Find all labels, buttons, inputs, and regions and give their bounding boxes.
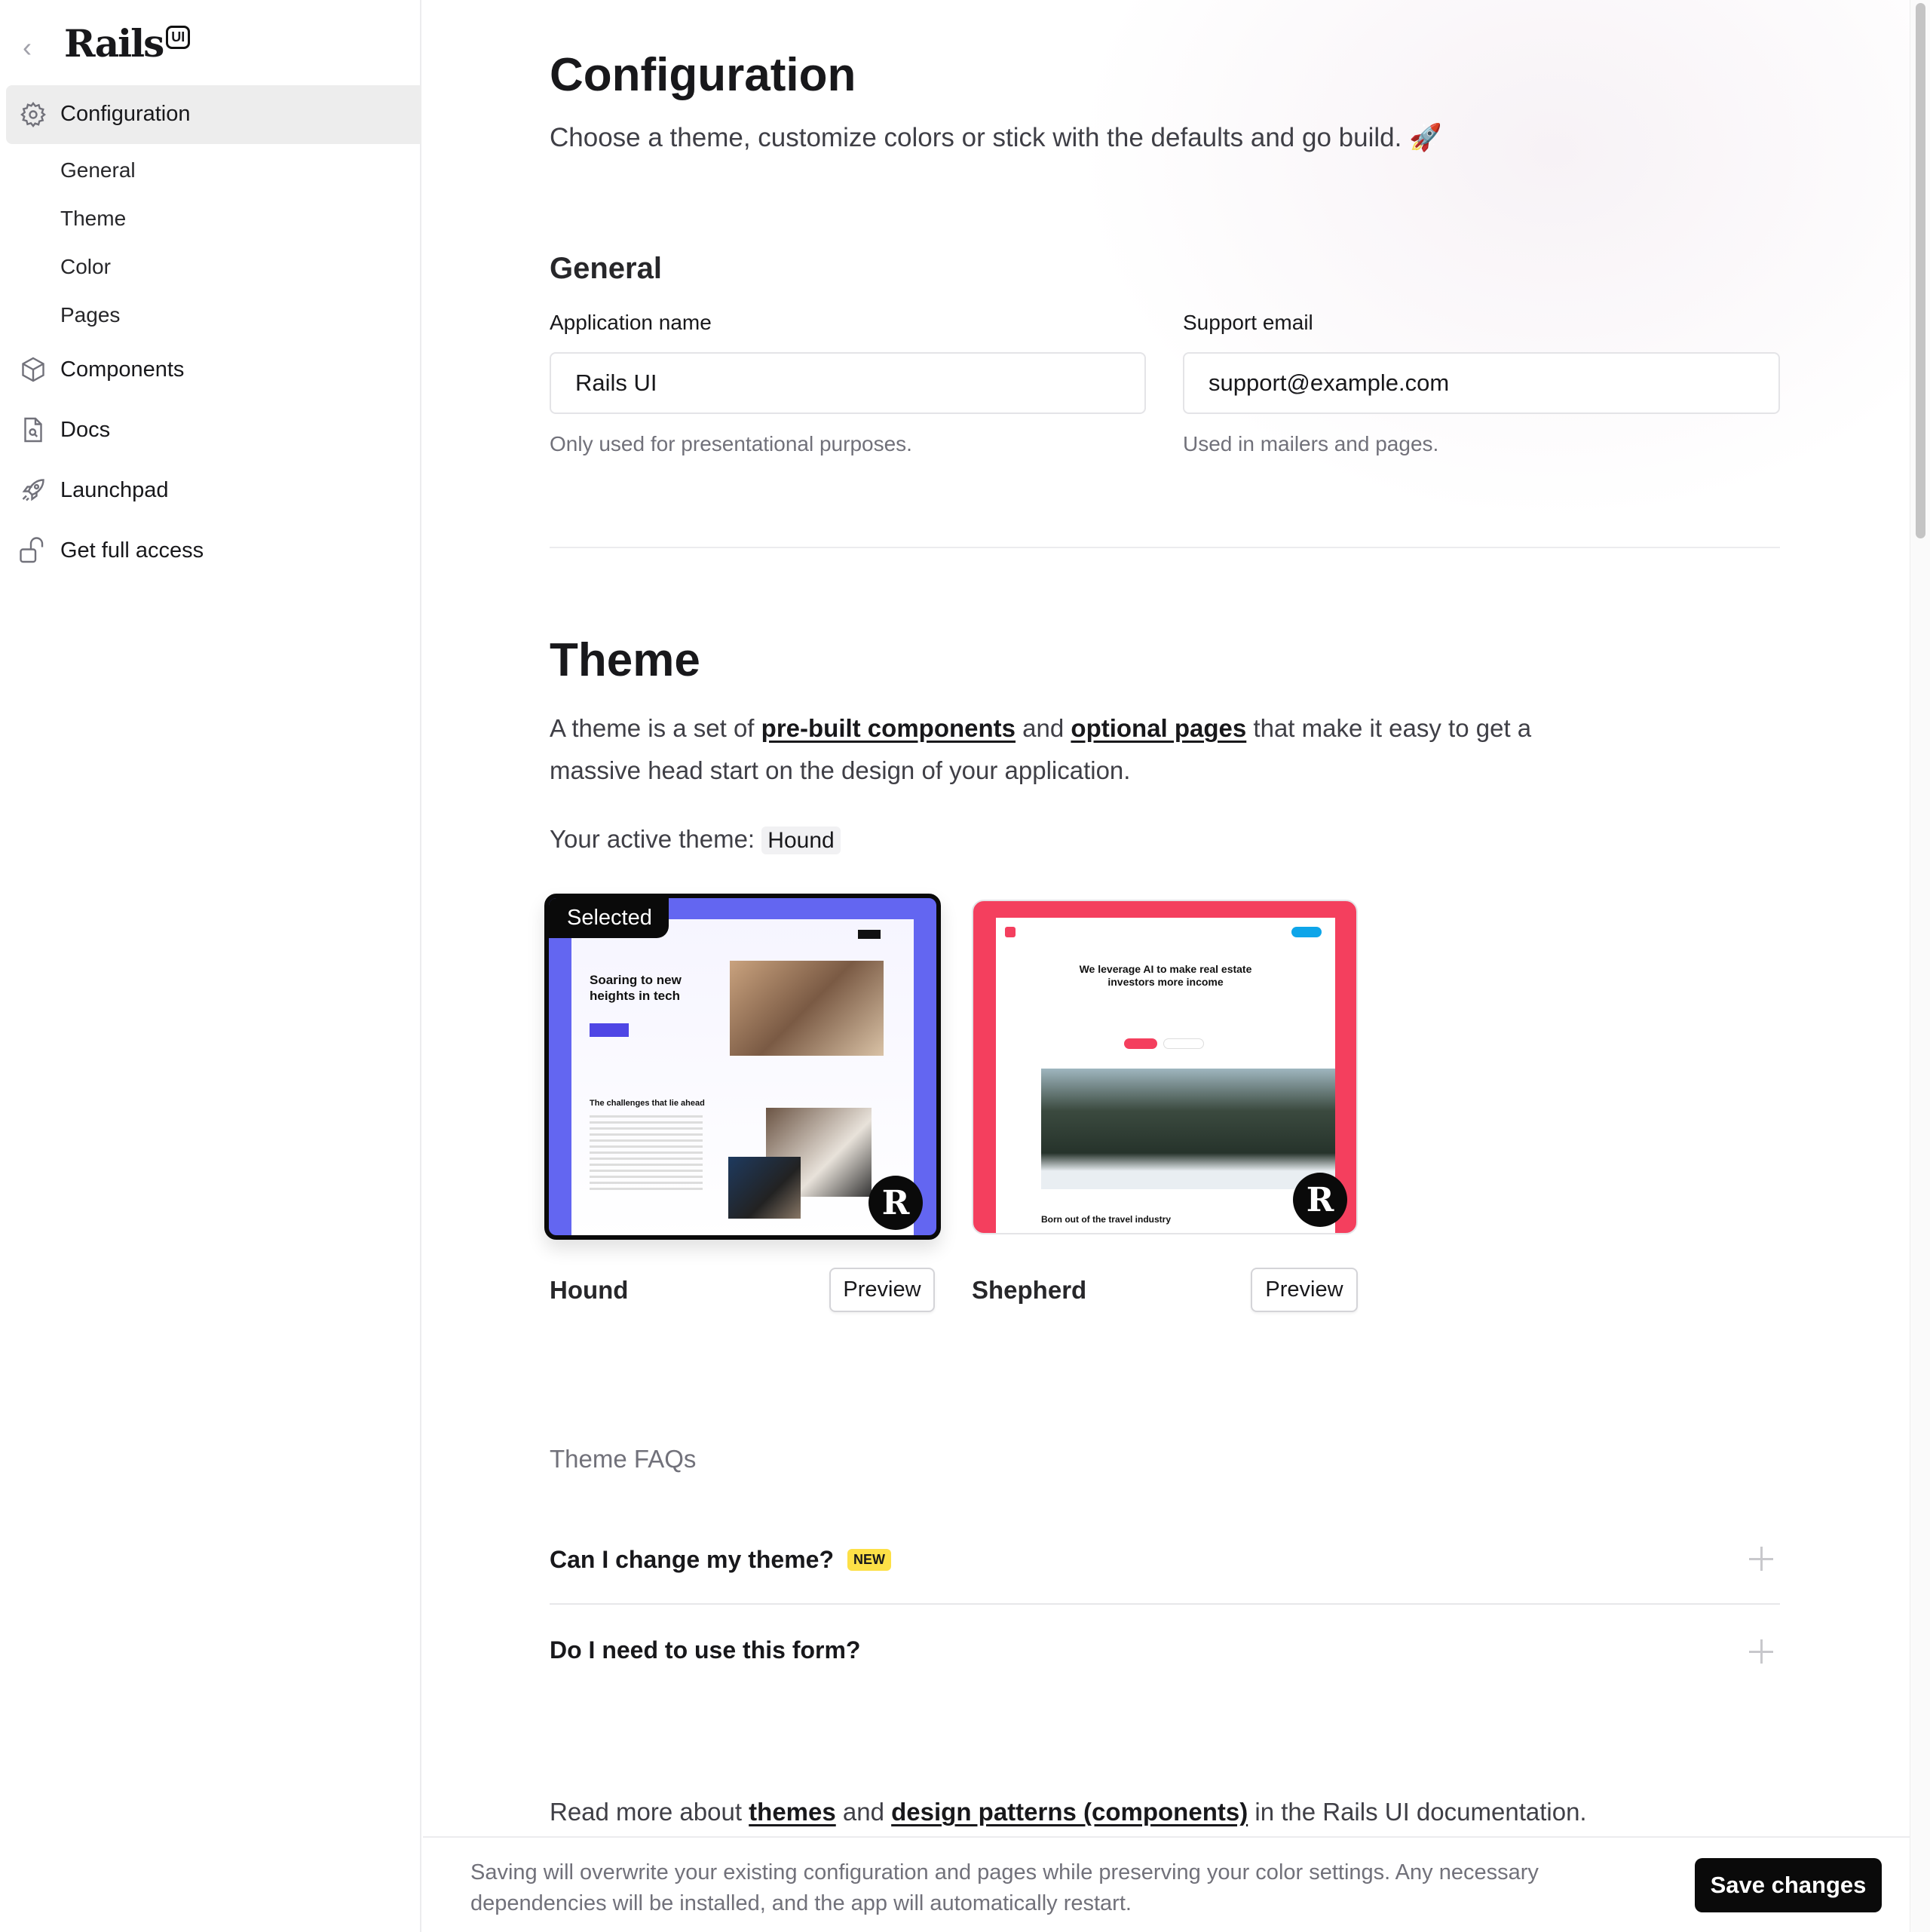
text: in the Rails UI documentation. [1248, 1798, 1587, 1826]
sidebar-item-configuration[interactable]: Configuration [6, 85, 421, 144]
theme-name-hound: Hound [550, 1276, 629, 1304]
app-name-label: Application name [550, 311, 712, 334]
cube-icon [20, 356, 47, 383]
sidebar-item-label: Launchpad [60, 478, 169, 502]
footer-notice: Saving will overwrite your existing conf… [470, 1860, 1539, 1915]
theme-thumbnail: Soaring to new heights in tech The chall… [571, 919, 914, 1235]
active-theme-label: Your active theme: [550, 825, 755, 853]
faq-item[interactable]: Do I need to use this form? [550, 1636, 860, 1664]
sidebar-subitem-pages[interactable]: Pages [60, 303, 120, 327]
rails-ui-logo-icon: R [868, 1176, 923, 1230]
faq-divider [550, 1603, 1780, 1605]
sidebar-item-get-full-access[interactable]: Get full access [0, 532, 421, 570]
pre-built-components-link[interactable]: pre-built components [761, 714, 1016, 742]
theme-thumbnail: We leverage AI to make real estate inves… [996, 918, 1335, 1233]
active-theme: Your active theme: Hound [550, 825, 841, 854]
sidebar-item-label: Get full access [60, 538, 204, 563]
text: Read more about [550, 1798, 749, 1826]
text: and [1016, 714, 1071, 742]
text: and [835, 1798, 892, 1826]
general-section-title: General [550, 252, 662, 285]
thumbnail-headline: We leverage AI to make real estate inves… [1079, 963, 1252, 988]
thumbnail-headline: Soaring to new heights in tech [590, 973, 682, 1003]
faqs-title: Theme FAQs [550, 1445, 697, 1473]
sidebar-item-components[interactable]: Components [0, 351, 421, 389]
page-subtitle: Choose a theme, customize colors or stic… [550, 123, 1442, 152]
scrollbar[interactable] [1910, 0, 1930, 1932]
sidebar-item-label: Configuration [60, 102, 191, 126]
document-search-icon [20, 416, 47, 443]
new-badge: NEW [847, 1548, 891, 1571]
thumbnail-section: Born out of the travel industry [1041, 1214, 1172, 1225]
back-chevron-icon[interactable]: ‹ [23, 32, 32, 63]
section-divider [550, 547, 1780, 548]
support-email-input[interactable] [1183, 352, 1780, 414]
active-theme-badge: Hound [761, 826, 841, 854]
rails-ui-logo-icon: R [1293, 1173, 1347, 1227]
read-more: Read more about themes and design patter… [550, 1798, 1587, 1826]
selected-badge: Selected [549, 898, 669, 938]
sidebar-item-label: Docs [60, 418, 111, 442]
preview-hound-button[interactable]: Preview [829, 1268, 935, 1312]
scrollbar-thumb[interactable] [1916, 3, 1925, 538]
sidebar-item-label: Components [60, 357, 185, 382]
sidebar: ‹ Rails UI Configuration General Theme C… [0, 0, 421, 1932]
theme-section-title: Theme [550, 634, 700, 686]
thumbnail-section: The challenges that lie ahead [590, 1099, 705, 1108]
rocket-icon [20, 477, 47, 504]
theme-name-shepherd: Shepherd [972, 1276, 1087, 1304]
sidebar-subitem-general[interactable]: General [60, 158, 136, 182]
logo-badge: UI [166, 26, 191, 49]
text: A theme is a set of [550, 714, 761, 742]
preview-shepherd-button[interactable]: Preview [1251, 1268, 1358, 1312]
expand-plus-icon[interactable] [1749, 1639, 1773, 1664]
sidebar-subitem-theme[interactable]: Theme [60, 207, 126, 231]
expand-plus-icon[interactable] [1749, 1547, 1773, 1571]
support-email-label: Support email [1183, 311, 1313, 334]
sidebar-subitem-color[interactable]: Color [60, 255, 111, 279]
sidebar-item-launchpad[interactable]: Launchpad [0, 472, 421, 510]
footer-bar: Saving will overwrite your existing conf… [423, 1836, 1910, 1932]
save-changes-button[interactable]: Save changes [1695, 1858, 1882, 1912]
gear-icon [20, 101, 47, 128]
page-title: Configuration [550, 49, 856, 101]
faq-question: Can I change my theme? [550, 1545, 834, 1573]
optional-pages-link[interactable]: optional pages [1071, 714, 1246, 742]
theme-card-shepherd[interactable]: We leverage AI to make real estate inves… [972, 900, 1358, 1234]
app-name-input[interactable] [550, 352, 1146, 414]
design-patterns-link[interactable]: design patterns (components) [891, 1798, 1248, 1826]
theme-card-hound[interactable]: Soaring to new heights in tech The chall… [544, 894, 941, 1240]
themes-link[interactable]: themes [749, 1798, 836, 1826]
faq-item[interactable]: Can I change my theme? NEW [550, 1543, 1780, 1576]
support-email-help: Used in mailers and pages. [1183, 432, 1439, 455]
sidebar-item-docs[interactable]: Docs [0, 412, 421, 449]
app-name-help: Only used for presentational purposes. [550, 432, 912, 455]
logo-text: Rails [64, 21, 164, 66]
theme-description: A theme is a set of pre-built components… [550, 707, 1545, 792]
unlock-icon [20, 537, 47, 564]
logo[interactable]: Rails UI [64, 21, 191, 66]
